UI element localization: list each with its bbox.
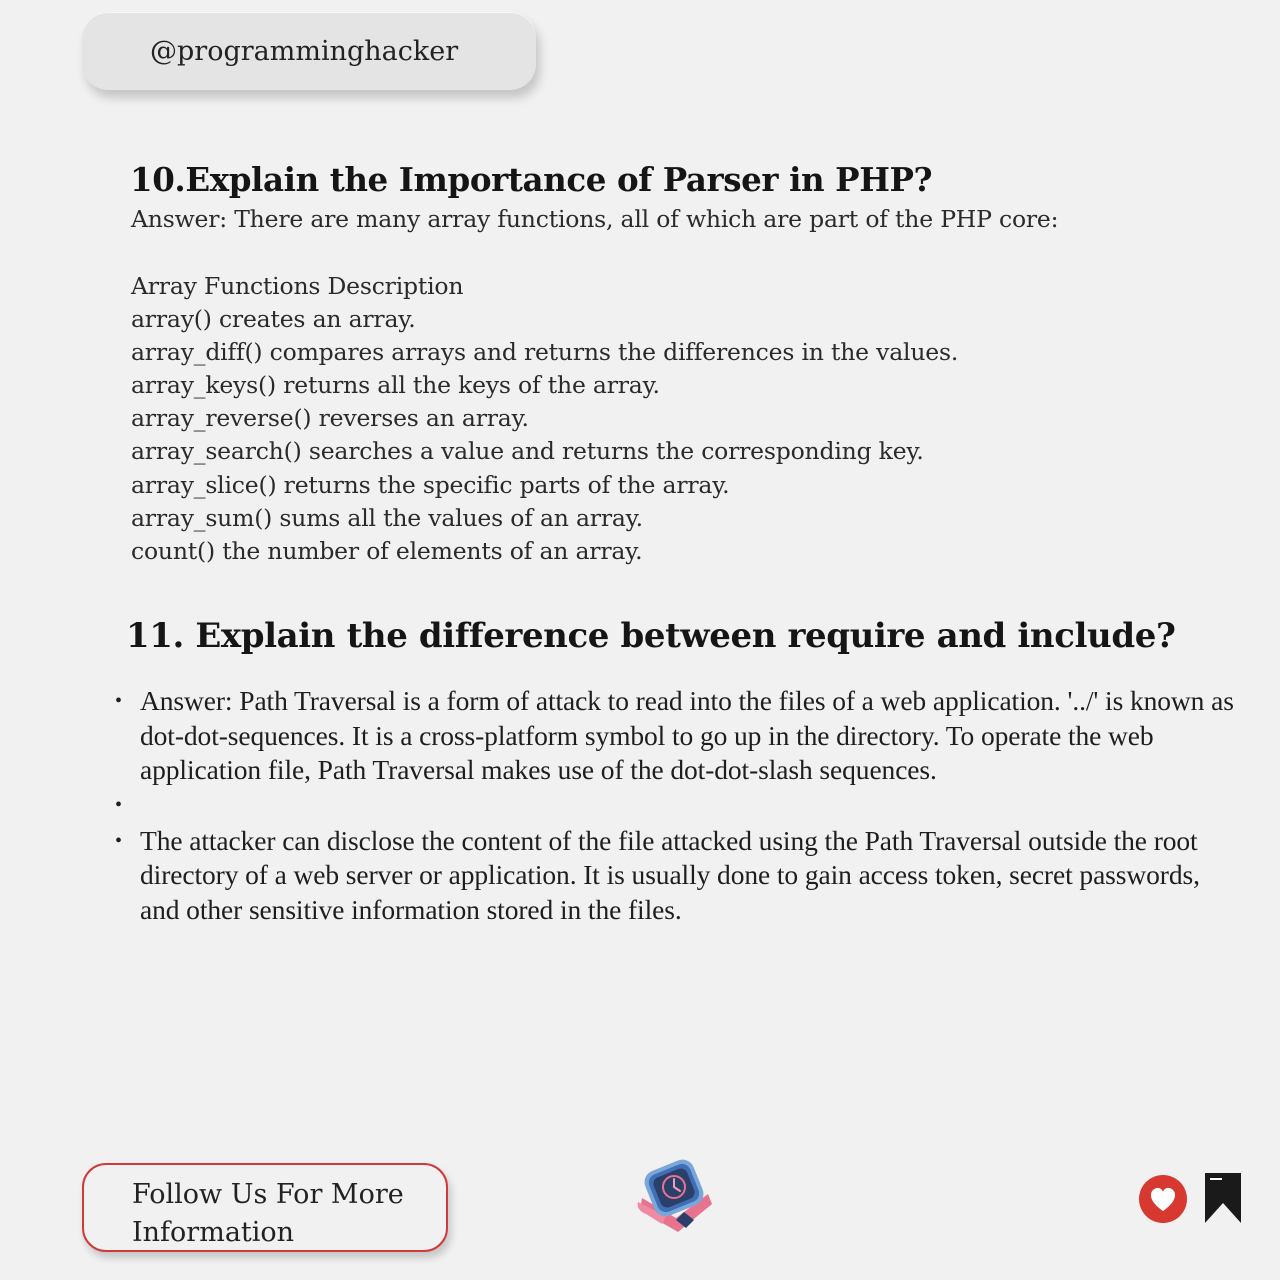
list-item: array_reverse() reverses an array. [131, 404, 529, 433]
list-item: array_keys() returns all the keys of the… [131, 371, 660, 400]
account-handle-text: @programminghacker [150, 35, 459, 67]
follow-us-label: Follow Us For More Information [132, 1179, 404, 1248]
bullet-text: The attacker can disclose the content of… [140, 824, 1200, 925]
bullet-dot: • [115, 690, 122, 712]
question-11-bullets: • Answer: Path Traversal is a form of at… [112, 684, 1242, 927]
list-item: array_diff() compares arrays and returns… [131, 338, 959, 367]
list-item: array_sum() sums all the values of an ar… [131, 503, 643, 532]
list-item: array_search() searches a value and retu… [131, 437, 924, 466]
bullet-dot: • [115, 793, 122, 816]
array-functions-list: Array Functions Description array() crea… [131, 270, 958, 568]
bullet-dot: • [115, 829, 122, 852]
heart-icon[interactable] [1138, 1174, 1188, 1224]
bullet-item: • Answer: Path Traversal is a form of at… [112, 684, 1242, 788]
follow-us-button[interactable]: Follow Us For More Information [82, 1163, 448, 1252]
question-10-title: 10.Explain the Importance of Parser in P… [130, 160, 933, 199]
bullet-item-empty: • [112, 788, 1242, 823]
list-item: Array Functions Description [131, 272, 464, 300]
list-item: array() creates an array. [131, 305, 416, 334]
bullet-item: • The attacker can disclose the content … [112, 824, 1242, 928]
question-10-answer: Answer: There are many array functions, … [131, 205, 1059, 233]
smartwatch-icon [632, 1158, 716, 1236]
bullet-text: Answer: Path Traversal is a form of atta… [140, 685, 1234, 785]
bookmark-icon[interactable] [1204, 1172, 1242, 1224]
list-item: count() the number of elements of an arr… [131, 536, 643, 565]
list-item: array_slice() returns the specific parts… [131, 470, 730, 499]
question-11-title: 11. Explain the difference between requi… [126, 616, 1176, 656]
account-handle-badge[interactable]: @programminghacker [82, 12, 536, 90]
